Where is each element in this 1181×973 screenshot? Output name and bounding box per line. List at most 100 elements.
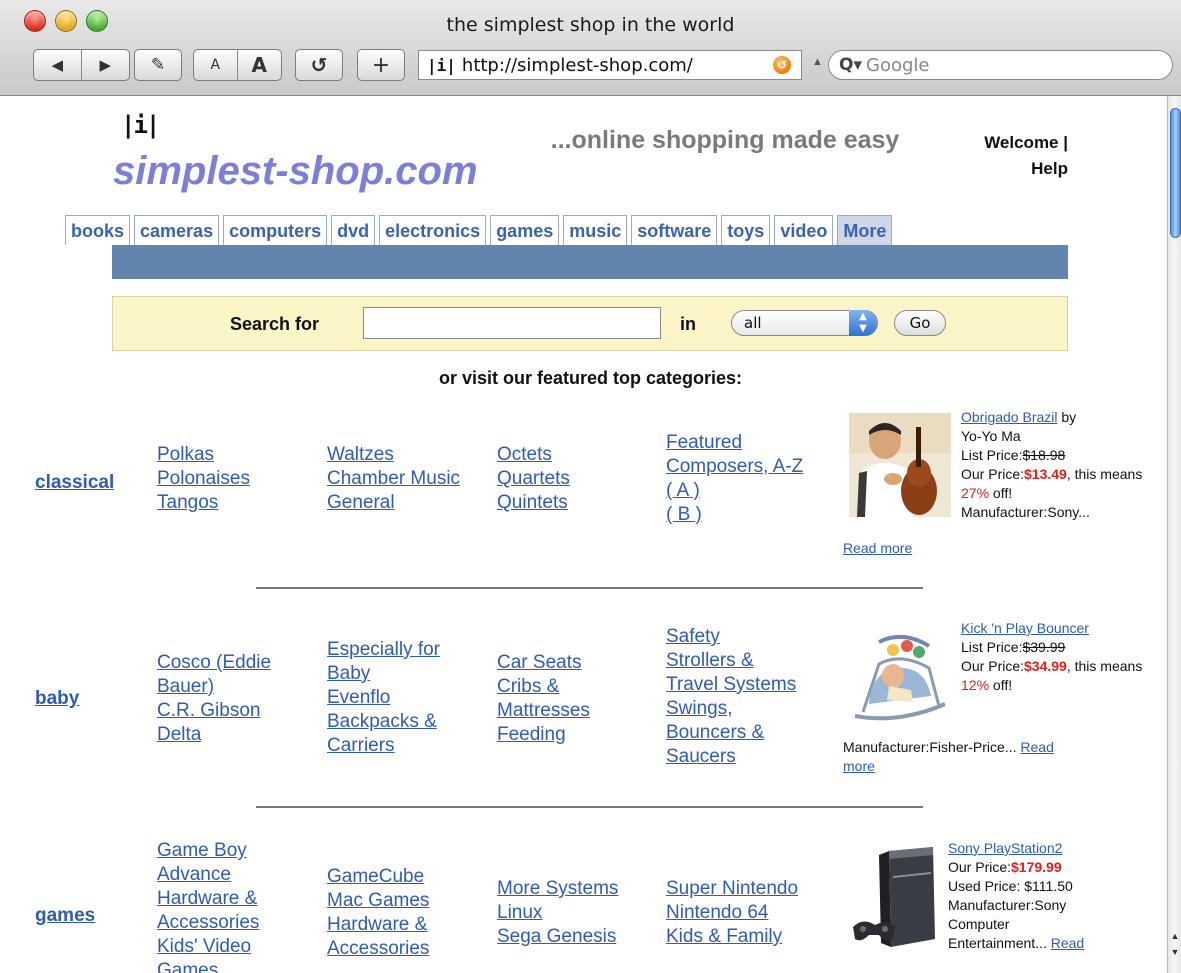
product-title-link[interactable]: Kick 'n Play Bouncer: [961, 620, 1089, 636]
category-link[interactable]: Accessories: [327, 937, 429, 961]
category-games[interactable]: games: [35, 905, 95, 927]
welcome-link[interactable]: Welcome |: [940, 130, 1068, 156]
logo-icon[interactable]: |i|: [121, 111, 160, 139]
product-image-bouncer[interactable]: [849, 624, 951, 728]
category-link[interactable]: Hardware &: [327, 913, 429, 937]
tab-dvd[interactable]: dvd: [331, 215, 376, 245]
category-link[interactable]: Kids & Family: [666, 925, 798, 949]
read-more-link-text[interactable]: more: [843, 758, 875, 774]
category-link[interactable]: Games: [157, 959, 259, 973]
category-link[interactable]: Baby: [327, 662, 440, 686]
category-link[interactable]: Saucers: [666, 745, 796, 769]
category-link[interactable]: Waltzes: [327, 443, 460, 467]
tab-games[interactable]: games: [490, 215, 560, 245]
category-link[interactable]: More Systems: [497, 877, 618, 901]
category-classical[interactable]: classical: [35, 472, 114, 494]
read-more-link-text[interactable]: Read more: [843, 540, 912, 556]
category-link[interactable]: Accessories: [157, 911, 259, 935]
tab-more[interactable]: More: [837, 215, 893, 245]
category-link[interactable]: General: [327, 491, 460, 515]
category-link[interactable]: Mac Games: [327, 889, 429, 913]
edit-pencil-icon[interactable]: ✎: [134, 49, 182, 81]
add-bookmark-icon[interactable]: +: [357, 49, 405, 81]
category-link[interactable]: Strollers &: [666, 649, 796, 673]
category-link[interactable]: Safety: [666, 625, 796, 649]
category-link[interactable]: Bouncers &: [666, 721, 796, 745]
category-link[interactable]: Super Nintendo: [666, 877, 798, 901]
go-button[interactable]: Go: [894, 310, 946, 336]
text-smaller-button[interactable]: A: [194, 50, 238, 80]
category-link[interactable]: Polonaises: [157, 467, 250, 491]
category-link[interactable]: Mattresses: [497, 699, 590, 723]
back-arrow-icon[interactable]: ◀: [34, 50, 82, 80]
category-link[interactable]: Linux: [497, 901, 618, 925]
tab-cameras[interactable]: cameras: [134, 215, 220, 245]
category-link[interactable]: C.R. Gibson: [157, 699, 271, 723]
address-bar[interactable]: |i| http://simplest-shop.com/ ↺: [418, 50, 802, 80]
help-link[interactable]: Help: [940, 156, 1068, 182]
category-link[interactable]: Polkas: [157, 443, 250, 467]
category-link[interactable]: Composers, A-Z: [666, 455, 803, 479]
product-title-link[interactable]: Sony PlayStation2: [948, 840, 1062, 856]
read-more-link-text[interactable]: Read: [1020, 739, 1053, 755]
category-link[interactable]: Evenflo: [327, 686, 440, 710]
category-link[interactable]: Bauer): [157, 675, 271, 699]
text-larger-button[interactable]: A: [238, 50, 282, 80]
scroll-down-arrow-icon[interactable]: ▼: [1169, 945, 1181, 959]
browser-chrome: the simplest shop in the world ◀ ▶ ✎ A A…: [0, 0, 1181, 96]
chevron-up-icon[interactable]: ▲: [812, 56, 823, 68]
tab-electronics[interactable]: electronics: [379, 215, 487, 245]
category-link[interactable]: Octets: [497, 443, 570, 467]
category-link[interactable]: Kids' Video: [157, 935, 259, 959]
category-link[interactable]: Car Seats: [497, 651, 590, 675]
google-search-field[interactable]: Q▾ Google: [828, 50, 1173, 80]
category-link[interactable]: Tangos: [157, 491, 250, 515]
category-link[interactable]: Carriers: [327, 734, 440, 758]
category-select[interactable]: all ▲ ▼: [731, 310, 878, 336]
tab-computers[interactable]: computers: [223, 215, 328, 245]
site-logo[interactable]: simplest-shop.com: [113, 149, 478, 194]
used-price: Used Price: $111.50: [948, 878, 1073, 894]
category-link[interactable]: Advance: [157, 863, 259, 887]
address-url[interactable]: http://simplest-shop.com/: [462, 55, 693, 76]
product-image-obrigado-brazil[interactable]: [849, 413, 951, 517]
reload-icon[interactable]: ↺: [295, 49, 343, 81]
category-link[interactable]: Sega Genesis: [497, 925, 618, 949]
category-link[interactable]: Nintendo 64: [666, 901, 798, 925]
category-link[interactable]: Hardware &: [157, 887, 259, 911]
category-link[interactable]: Backpacks &: [327, 710, 440, 734]
category-link[interactable]: Cosco (Eddie: [157, 651, 271, 675]
tab-books[interactable]: books: [65, 215, 131, 245]
scroll-up-arrow-icon[interactable]: ▲: [1169, 929, 1181, 943]
search-icon[interactable]: Q▾: [839, 55, 862, 75]
category-baby[interactable]: baby: [35, 688, 79, 710]
snapback-icon[interactable]: ↺: [773, 56, 791, 74]
category-link[interactable]: Game Boy: [157, 839, 259, 863]
tab-software[interactable]: software: [631, 215, 718, 245]
category-link[interactable]: Cribs &: [497, 675, 590, 699]
category-link[interactable]: Quintets: [497, 491, 570, 515]
category-link[interactable]: ( B ): [666, 503, 803, 527]
category-link[interactable]: Chamber Music: [327, 467, 460, 491]
category-link[interactable]: Featured: [666, 431, 803, 455]
category-tabs: books cameras computers dvd electronics …: [65, 215, 896, 245]
forward-arrow-icon[interactable]: ▶: [82, 50, 130, 80]
scrollbar-thumb[interactable]: [1170, 108, 1181, 238]
games-column-1: Game Boy Advance Hardware & Accessories …: [157, 839, 259, 973]
product-title-link[interactable]: Obrigado Brazil: [961, 409, 1058, 425]
category-link[interactable]: Quartets: [497, 467, 570, 491]
tab-video[interactable]: video: [774, 215, 834, 245]
category-link[interactable]: ( A ): [666, 479, 803, 503]
category-link[interactable]: Delta: [157, 723, 271, 747]
tab-toys[interactable]: toys: [721, 215, 771, 245]
category-link[interactable]: Swings,: [666, 697, 796, 721]
category-link[interactable]: Feeding: [497, 723, 590, 747]
read-more-link-text[interactable]: Read: [1051, 935, 1084, 951]
product-image-playstation2[interactable]: [849, 847, 941, 951]
category-link[interactable]: Especially for: [327, 638, 440, 662]
vertical-scrollbar[interactable]: ▲ ▼: [1167, 96, 1181, 973]
tab-music[interactable]: music: [563, 215, 628, 245]
search-input[interactable]: [363, 307, 661, 339]
category-link[interactable]: GameCube: [327, 865, 429, 889]
category-link[interactable]: Travel Systems: [666, 673, 796, 697]
